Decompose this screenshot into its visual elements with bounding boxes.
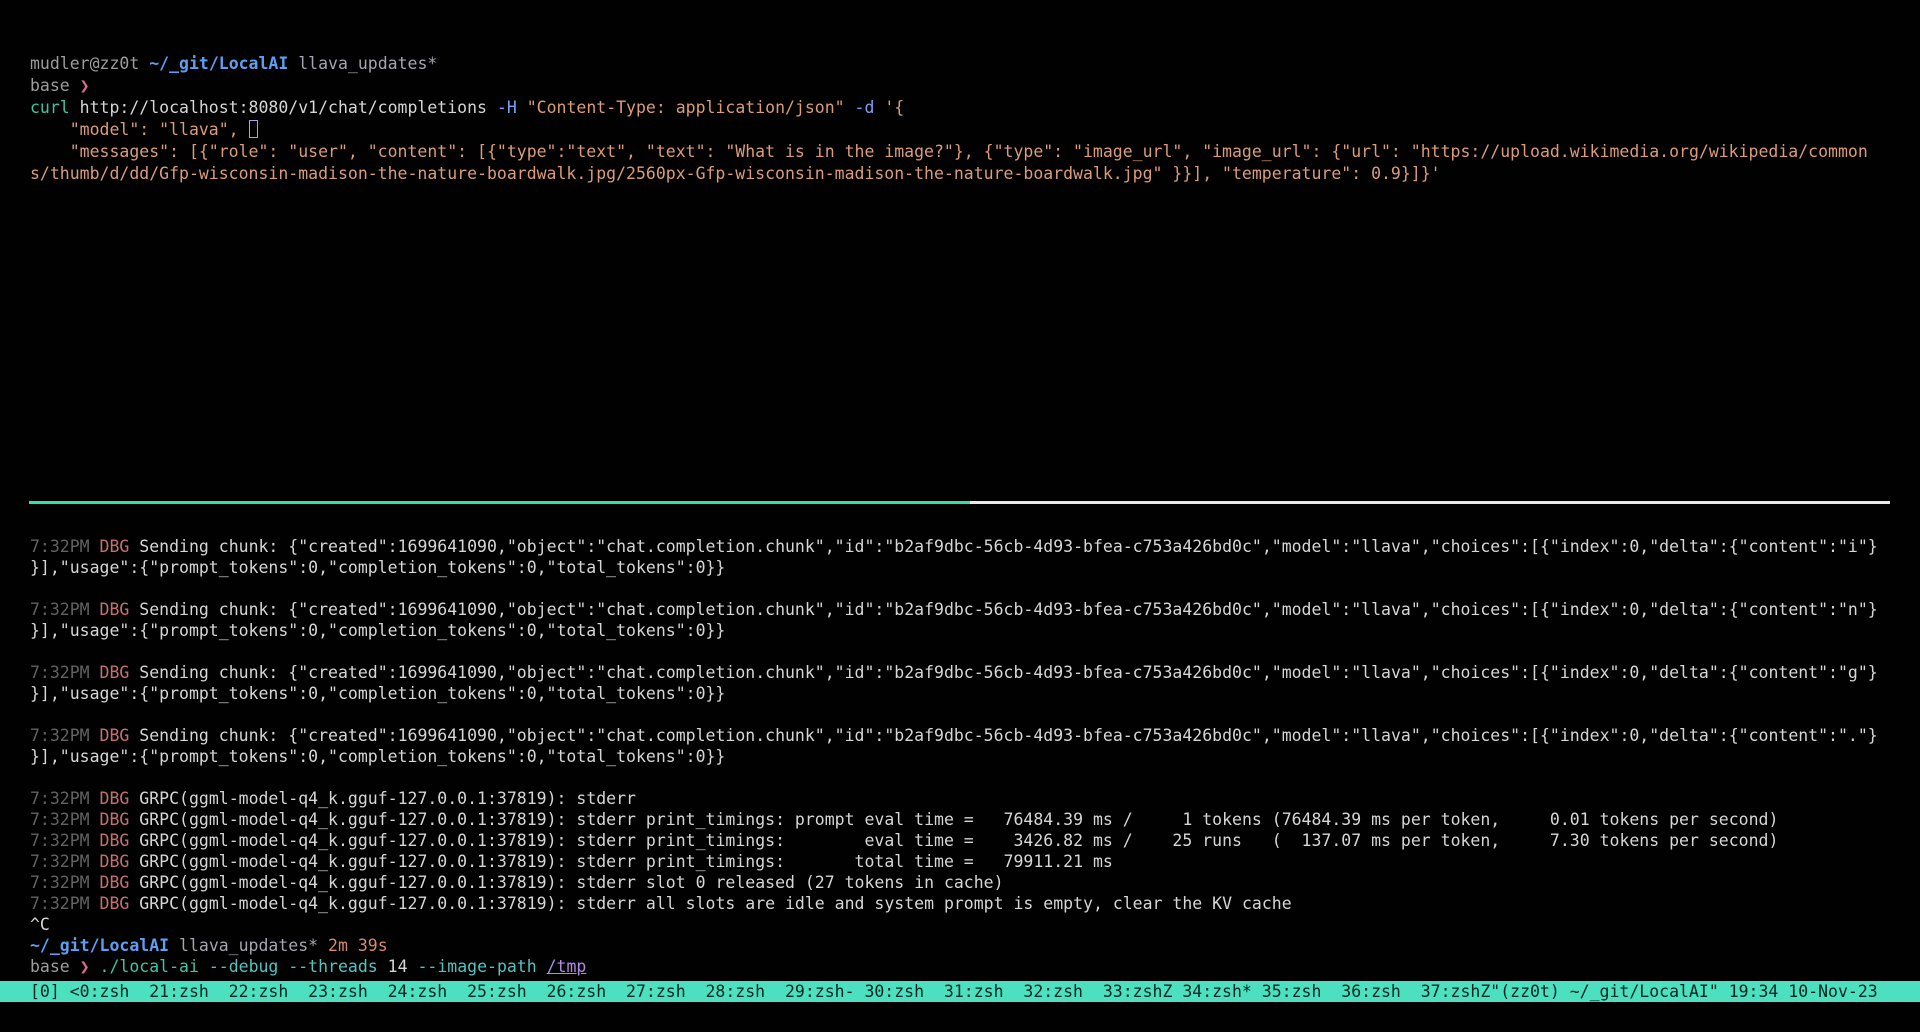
flag-image-path: --image-path	[417, 957, 546, 976]
log-timestamp: 7:32PM	[30, 873, 100, 892]
log-line-chunk-1-wrap: }],"usage":{"prompt_tokens":0,"completio…	[30, 557, 1878, 578]
pane-divider	[29, 501, 1890, 504]
log-level-badge: DBG	[100, 894, 140, 913]
shell-prompt-line-2: base ❯	[30, 75, 1868, 97]
log-timestamp: 7:32PM	[30, 831, 100, 850]
git-branch: llava_updates*	[298, 54, 437, 73]
log-timestamp: 7:32PM	[30, 810, 100, 829]
json-body-messages-text: "messages": [{"role": "user", "content":…	[30, 142, 1868, 161]
command-name: ./local-ai	[100, 957, 209, 976]
pane-divider-active-segment	[29, 501, 970, 504]
curl-header-arg: "Content-Type: application/json"	[527, 98, 855, 117]
log-level-badge: DBG	[100, 663, 140, 682]
log-level-badge: DBG	[100, 537, 140, 556]
tmux-status-bar: [0] <0:zsh 21:zsh 22:zsh 23:zsh 24:zsh 2…	[0, 981, 1920, 1002]
log-message: GRPC(ggml-model-q4_k.gguf-127.0.0.1:3781…	[139, 852, 1113, 871]
curl-command-line: curl http://localhost:8080/v1/chat/compl…	[30, 97, 1868, 119]
prompt-arrow-icon: ❯	[80, 76, 90, 95]
log-message: }],"usage":{"prompt_tokens":0,"completio…	[30, 621, 725, 640]
log-timestamp: 7:32PM	[30, 789, 100, 808]
log-line-slot-released: 7:32PM DBG GRPC(ggml-model-q4_k.gguf-127…	[30, 872, 1878, 893]
log-message: GRPC(ggml-model-q4_k.gguf-127.0.0.1:3781…	[139, 831, 1778, 850]
log-message: }],"usage":{"prompt_tokens":0,"completio…	[30, 558, 725, 577]
blank-line	[30, 767, 1878, 788]
log-level-badge: DBG	[100, 831, 140, 850]
log-message: Sending chunk: {"created":1699641090,"ob…	[139, 726, 1877, 745]
log-message: GRPC(ggml-model-q4_k.gguf-127.0.0.1:3781…	[139, 810, 1778, 829]
log-timestamp: 7:32PM	[30, 894, 100, 913]
log-line-chunk-4: 7:32PM DBG Sending chunk: {"created":169…	[30, 725, 1878, 746]
git-branch: llava_updates*	[179, 936, 328, 955]
log-line-chunk-3: 7:32PM DBG Sending chunk: {"created":169…	[30, 662, 1878, 683]
log-line-prompt-eval-time: 7:32PM DBG GRPC(ggml-model-q4_k.gguf-127…	[30, 809, 1878, 830]
command-history-section: mudler@zz0t ~/_git/LocalAI llava_updates…	[30, 53, 1868, 185]
log-message: Sending chunk: {"created":1699641090,"ob…	[139, 600, 1877, 619]
log-line-chunk-1: 7:32PM DBG Sending chunk: {"created":169…	[30, 536, 1878, 557]
log-timestamp: 7:32PM	[30, 537, 100, 556]
log-level-badge: DBG	[100, 600, 140, 619]
log-line-eval-time: 7:32PM DBG GRPC(ggml-model-q4_k.gguf-127…	[30, 830, 1878, 851]
venv-name: base	[30, 76, 80, 95]
tmux-right-status: "(zz0t) ~/_git/LocalAI" 19:34 10-Nov-23	[1490, 981, 1877, 1002]
log-message: }],"usage":{"prompt_tokens":0,"completio…	[30, 747, 725, 766]
shell-prompt-line-1: mudler@zz0t ~/_git/LocalAI llava_updates…	[30, 53, 1868, 75]
prompt-arrow-icon: ❯	[80, 957, 100, 976]
log-message: Sending chunk: {"created":1699641090,"ob…	[139, 537, 1877, 556]
blank-line	[30, 578, 1878, 599]
curl-data-open: '{	[884, 98, 904, 117]
log-level-badge: DBG	[100, 873, 140, 892]
log-message: GRPC(ggml-model-q4_k.gguf-127.0.0.1:3781…	[139, 789, 636, 808]
threads-value: 14	[388, 957, 418, 976]
curl-url: http://localhost:8080/v1/chat/completion…	[80, 98, 497, 117]
venv-name: base	[30, 957, 80, 976]
log-line-slots-idle: 7:32PM DBG GRPC(ggml-model-q4_k.gguf-127…	[30, 893, 1878, 914]
log-message: }],"usage":{"prompt_tokens":0,"completio…	[30, 684, 725, 703]
command-name: curl	[30, 98, 80, 117]
log-level-badge: DBG	[100, 726, 140, 745]
prompt-user: mudler@zz0t	[30, 54, 149, 73]
log-line-total-time: 7:32PM DBG GRPC(ggml-model-q4_k.gguf-127…	[30, 851, 1878, 872]
log-line-chunk-4-wrap: }],"usage":{"prompt_tokens":0,"completio…	[30, 746, 1878, 767]
flag-threads: --threads	[288, 957, 387, 976]
log-line-chunk-3-wrap: }],"usage":{"prompt_tokens":0,"completio…	[30, 683, 1878, 704]
flag-debug: --debug	[209, 957, 288, 976]
log-level-badge: DBG	[100, 852, 140, 871]
image-path-value: /tmp	[547, 957, 587, 976]
log-level-badge: DBG	[100, 810, 140, 829]
interrupt-line: ^C	[30, 914, 1878, 935]
sigint-text: ^C	[30, 915, 50, 934]
json-body-messages-wrap-text: s/thumb/d/dd/Gfp-wisconsin-madison-the-n…	[30, 164, 1441, 183]
log-level-badge: DBG	[100, 789, 140, 808]
curl-flag-d: -d	[855, 98, 885, 117]
log-line-chunk-2: 7:32PM DBG Sending chunk: {"created":169…	[30, 599, 1878, 620]
log-line-chunk-2-wrap: }],"usage":{"prompt_tokens":0,"completio…	[30, 620, 1878, 641]
tmux-window-list[interactable]: [0] <0:zsh 21:zsh 22:zsh 23:zsh 24:zsh 2…	[30, 981, 1490, 1002]
log-line-grpc-stderr: 7:32PM DBG GRPC(ggml-model-q4_k.gguf-127…	[30, 788, 1878, 809]
debug-log-section: 7:32PM DBG Sending chunk: {"created":169…	[30, 536, 1878, 977]
log-timestamp: 7:32PM	[30, 852, 100, 871]
pane-divider-inactive-segment	[970, 501, 1890, 504]
blank-line	[30, 641, 1878, 662]
prompt-cwd: ~/_git/LocalAI	[149, 54, 298, 73]
blank-line	[30, 704, 1878, 725]
json-body-messages-wrap-line: s/thumb/d/dd/Gfp-wisconsin-madison-the-n…	[30, 163, 1868, 185]
log-message: GRPC(ggml-model-q4_k.gguf-127.0.0.1:3781…	[139, 894, 1291, 913]
command-duration: 2m 39s	[328, 936, 388, 955]
json-body-model-text: "model": "llava",	[30, 120, 249, 139]
shell-prompt-line-3: ~/_git/LocalAI llava_updates* 2m 39s	[30, 935, 1878, 956]
terminal-cursor	[249, 120, 258, 138]
log-timestamp: 7:32PM	[30, 726, 100, 745]
log-message: GRPC(ggml-model-q4_k.gguf-127.0.0.1:3781…	[139, 873, 1003, 892]
log-timestamp: 7:32PM	[30, 600, 100, 619]
log-message: Sending chunk: {"created":1699641090,"ob…	[139, 663, 1877, 682]
json-body-model-line: "model": "llava",	[30, 119, 1868, 141]
log-timestamp: 7:32PM	[30, 663, 100, 682]
command-input-line[interactable]: base ❯ ./local-ai --debug --threads 14 -…	[30, 956, 1878, 977]
curl-flag-h: -H	[497, 98, 527, 117]
prompt-cwd: ~/_git/LocalAI	[30, 936, 179, 955]
json-body-messages-line: "messages": [{"role": "user", "content":…	[30, 141, 1868, 163]
